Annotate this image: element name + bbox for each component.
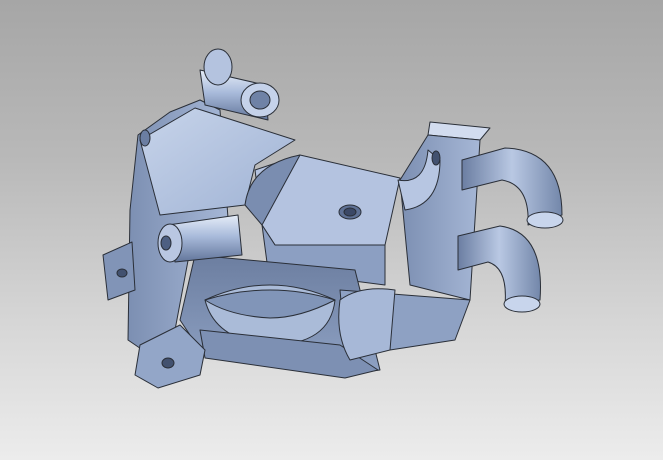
left-body-slot bbox=[139, 129, 151, 147]
top-center-hole-inner bbox=[343, 207, 357, 217]
left-pin-bore bbox=[160, 235, 172, 251]
top-fitting-bore bbox=[249, 90, 271, 110]
cad-3d-viewport[interactable] bbox=[0, 0, 663, 460]
left-ear-hole-lower bbox=[161, 357, 175, 369]
right-block-hole bbox=[431, 150, 441, 166]
front-saddle bbox=[338, 288, 396, 361]
upper-tube-end bbox=[526, 211, 564, 229]
lower-tube-end bbox=[503, 295, 541, 313]
3d-part-model[interactable] bbox=[0, 0, 663, 460]
top-fitting-rear bbox=[203, 48, 233, 86]
left-ear-hole-upper bbox=[116, 268, 128, 278]
